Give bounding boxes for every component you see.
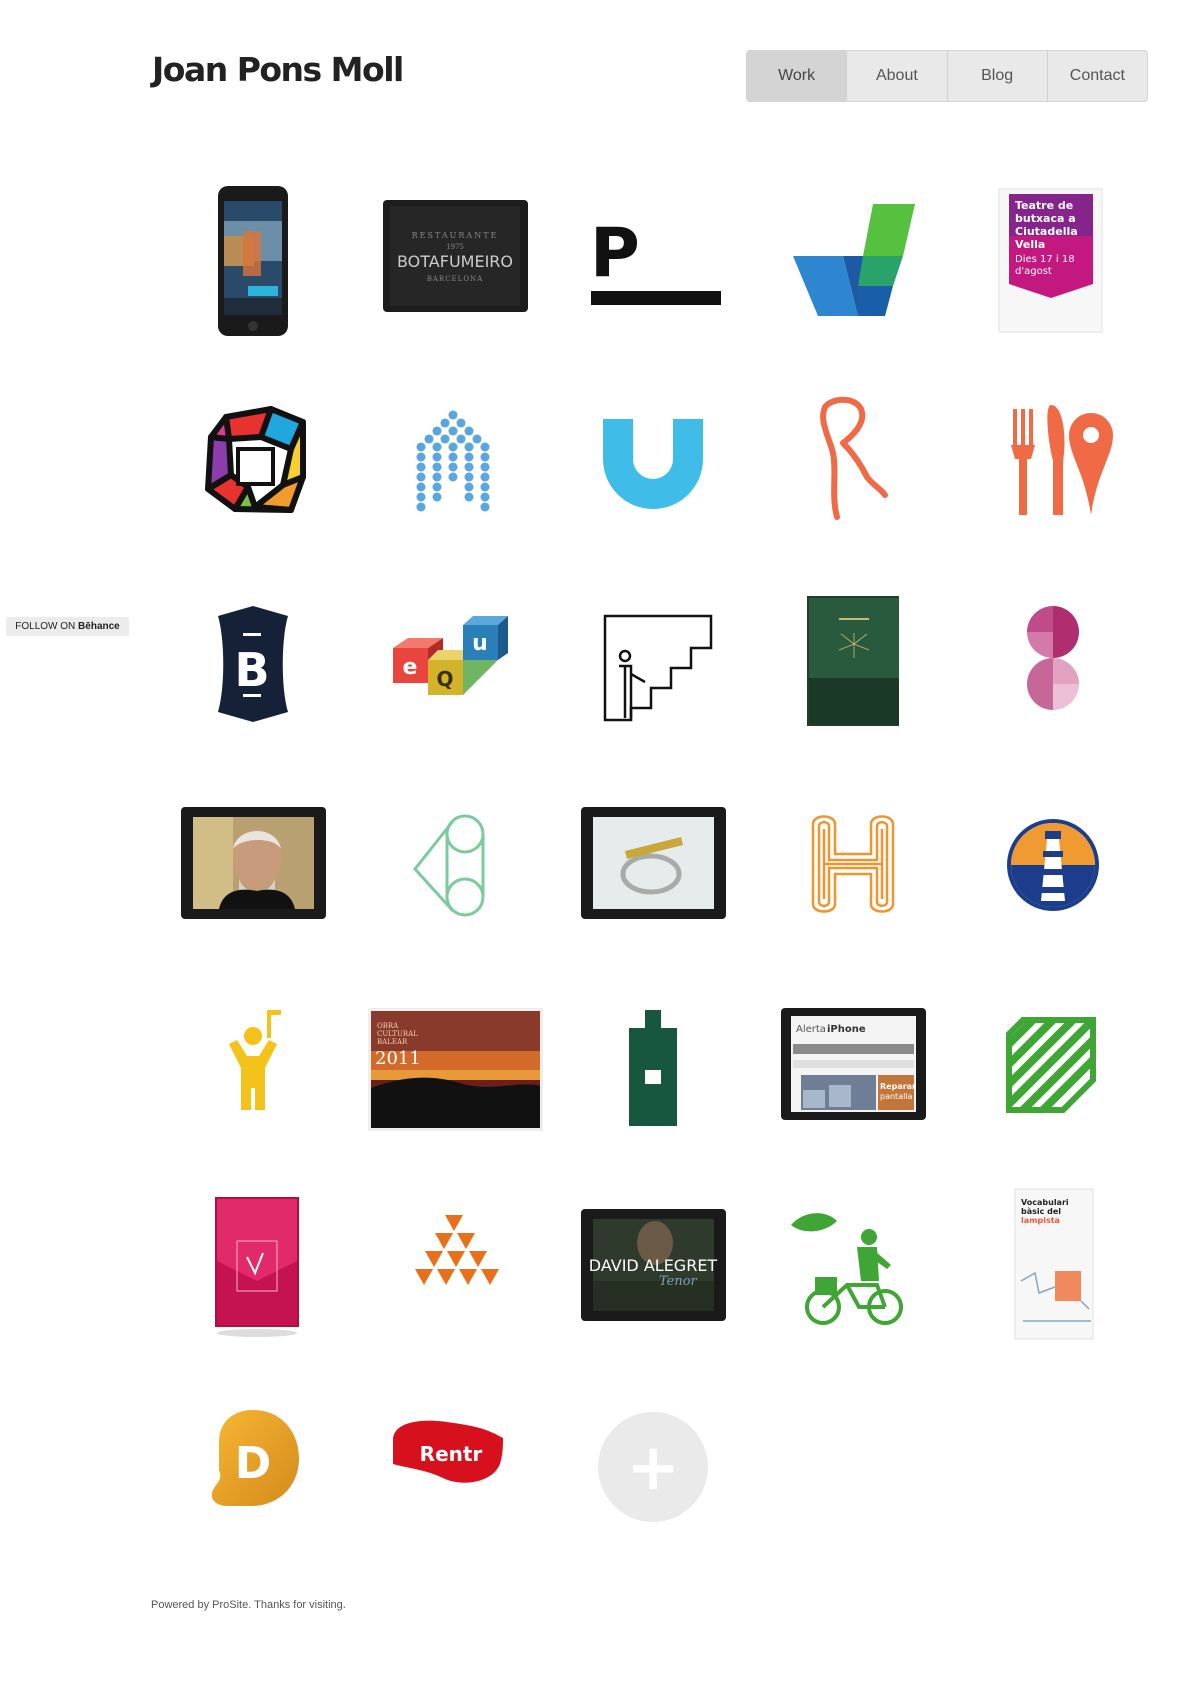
footer-text: Powered by ProSite. Thanks for visiting. bbox=[151, 1599, 346, 1611]
teatre-date-2: d'agost bbox=[1015, 266, 1052, 277]
binatram-book-image bbox=[807, 596, 899, 726]
project-teatre-poster[interactable]: Teatre de butxaca a Ciutadella Vella Die… bbox=[963, 176, 1143, 346]
orange-h-image bbox=[811, 815, 895, 913]
colorful-square-image bbox=[205, 406, 306, 513]
project-orange-triangles-logo[interactable] bbox=[363, 1181, 543, 1351]
equ-letter-u: u bbox=[472, 631, 488, 656]
fork-knife-pin-image bbox=[1011, 405, 1113, 515]
project-obra-cultural-balear[interactable]: OBRA CULTURAL BALEAR 2011 bbox=[363, 980, 543, 1150]
project-botafumeiro-tablet[interactable]: RESTAURANTE 1975 BOTAFUMEIRO BARCELONA bbox=[363, 176, 543, 346]
project-p-logo[interactable]: P bbox=[563, 176, 743, 346]
blue-dots-image bbox=[416, 410, 490, 512]
project-portrait-tablet[interactable] bbox=[163, 779, 343, 949]
david-name: DAVID ALEGRET bbox=[589, 1256, 718, 1275]
project-green-building-logo[interactable] bbox=[563, 980, 743, 1150]
teatre-date-1: Dies 17 i 18 bbox=[1015, 254, 1075, 265]
add-symbol: + bbox=[626, 1431, 680, 1505]
teatre-poster-image: Teatre de butxaca a Ciutadella Vella Die… bbox=[998, 188, 1103, 333]
p-logo-image: P bbox=[590, 214, 721, 305]
rentr-text: Rentr bbox=[420, 1442, 483, 1466]
teatre-line-1: Teatre de bbox=[1015, 199, 1073, 212]
alerta-title-bold: iPhone bbox=[827, 1024, 866, 1035]
d-logo-letter: D bbox=[235, 1438, 272, 1489]
teatre-line-3: Ciutadella bbox=[1015, 225, 1078, 238]
david-alegret-image: DAVID ALEGRET Tenor bbox=[581, 1209, 726, 1321]
add-project-button[interactable]: + bbox=[563, 1382, 743, 1552]
botafumeiro-year: 1975 bbox=[446, 243, 464, 251]
portrait-tablet-image bbox=[181, 807, 326, 919]
botafumeiro-image: RESTAURANTE 1975 BOTAFUMEIRO BARCELONA bbox=[383, 200, 528, 312]
project-stairs-figure-logo[interactable] bbox=[563, 578, 743, 748]
project-rentr-logo[interactable]: Rentr bbox=[363, 1382, 543, 1552]
p-logo-letter: P bbox=[590, 214, 640, 293]
vocabulari-booklet-image: Vocabulari bàsic del lampista bbox=[1014, 1188, 1094, 1340]
stairs-figure-image bbox=[603, 614, 713, 722]
alerta-repair: Reparar bbox=[880, 1082, 916, 1091]
project-blue-dots-logo[interactable] bbox=[363, 377, 543, 547]
botafumeiro-top-text: RESTAURANTE bbox=[412, 231, 499, 240]
equ-blocks-image: e Q u bbox=[393, 616, 508, 695]
project-orange-r-logo[interactable] bbox=[763, 377, 943, 547]
project-david-alegret-tablet[interactable]: DAVID ALEGRET Tenor bbox=[563, 1181, 743, 1351]
orange-d-image: D bbox=[211, 1410, 299, 1506]
lighthouse-emblem-image bbox=[1007, 819, 1099, 911]
alerta-screen: pantalla bbox=[880, 1092, 913, 1101]
botafumeiro-name: BOTAFUMEIRO bbox=[397, 252, 513, 271]
alertaiphone-image: Alerta iPhone Reparar pantalla bbox=[781, 1008, 926, 1120]
obra-cultural-image: OBRA CULTURAL BALEAR 2011 bbox=[368, 1008, 543, 1131]
project-alertaiphone-tablet[interactable]: Alerta iPhone Reparar pantalla bbox=[763, 980, 943, 1150]
equ-letter-q: Q bbox=[436, 667, 453, 691]
b-badge-letter: B bbox=[234, 643, 269, 697]
obra-line-1: OBRA bbox=[377, 1022, 399, 1030]
david-subtitle: Tenor bbox=[659, 1274, 698, 1289]
project-equ-blocks-logo[interactable]: e Q u bbox=[363, 578, 543, 748]
purple-s-image bbox=[1027, 606, 1079, 710]
project-fork-knife-pin-logo[interactable] bbox=[963, 377, 1143, 547]
obra-year: 2011 bbox=[375, 1048, 421, 1069]
red-packaging-image bbox=[215, 1197, 299, 1337]
phone-weather-image bbox=[218, 186, 288, 336]
green-building-image bbox=[629, 1010, 677, 1126]
plus-icon: + bbox=[598, 1412, 708, 1522]
project-cyan-d-logo[interactable] bbox=[563, 377, 743, 547]
green-stripes-image bbox=[1006, 1017, 1096, 1113]
equ-letter-e: e bbox=[403, 655, 418, 680]
project-yellow-figure-logo[interactable] bbox=[163, 980, 343, 1150]
project-orange-d-logo[interactable]: D bbox=[163, 1382, 343, 1552]
b-badge-image: B bbox=[218, 606, 288, 722]
vocab-line-2: bàsic del bbox=[1021, 1207, 1061, 1216]
project-green-stripes-logo[interactable] bbox=[963, 980, 1143, 1150]
rentr-logo-image: Rentr bbox=[393, 1420, 503, 1483]
project-cyclist-leaf-logo[interactable] bbox=[763, 1181, 943, 1351]
portfolio-grid: RESTAURANTE 1975 BOTAFUMEIRO BARCELONA P… bbox=[0, 0, 1185, 1708]
project-binatram-book[interactable] bbox=[763, 578, 943, 748]
teatre-line-4: Vella bbox=[1015, 238, 1045, 251]
alerta-title-plain: Alerta bbox=[796, 1024, 826, 1035]
botafumeiro-city: BARCELONA bbox=[427, 275, 484, 283]
checkmark-logo-image bbox=[793, 204, 915, 316]
project-purple-s-logo[interactable] bbox=[963, 578, 1143, 748]
project-vocabulari-booklet[interactable]: Vocabulari bàsic del lampista bbox=[963, 1181, 1143, 1351]
orange-r-image bbox=[820, 396, 888, 520]
vocab-line-1: Vocabulari bbox=[1021, 1198, 1069, 1207]
project-lighthouse-emblem[interactable] bbox=[963, 779, 1143, 949]
vocab-accent: lampista bbox=[1021, 1216, 1060, 1225]
project-phone-weather-app[interactable] bbox=[163, 176, 343, 346]
yellow-figure-image bbox=[229, 1010, 281, 1110]
ring-tablet-image bbox=[581, 807, 726, 919]
obra-line-2: CULTURAL bbox=[377, 1030, 418, 1038]
green-outline-image bbox=[413, 814, 485, 917]
project-red-packaging[interactable] bbox=[163, 1181, 343, 1351]
project-green-outline-logo[interactable] bbox=[363, 779, 543, 949]
orange-triangles-image bbox=[415, 1215, 499, 1285]
cyan-d-image bbox=[603, 419, 703, 509]
project-orange-h-logo[interactable] bbox=[763, 779, 943, 949]
cyclist-leaf-image bbox=[791, 1213, 903, 1325]
obra-line-3: BALEAR bbox=[377, 1038, 408, 1046]
project-ring-tablet[interactable] bbox=[563, 779, 743, 949]
teatre-line-2: butxaca a bbox=[1015, 212, 1076, 225]
project-checkmark-logo[interactable] bbox=[763, 176, 943, 346]
project-colorful-square-logo[interactable] bbox=[163, 377, 343, 547]
project-b-badge-logo[interactable]: B bbox=[163, 578, 343, 748]
